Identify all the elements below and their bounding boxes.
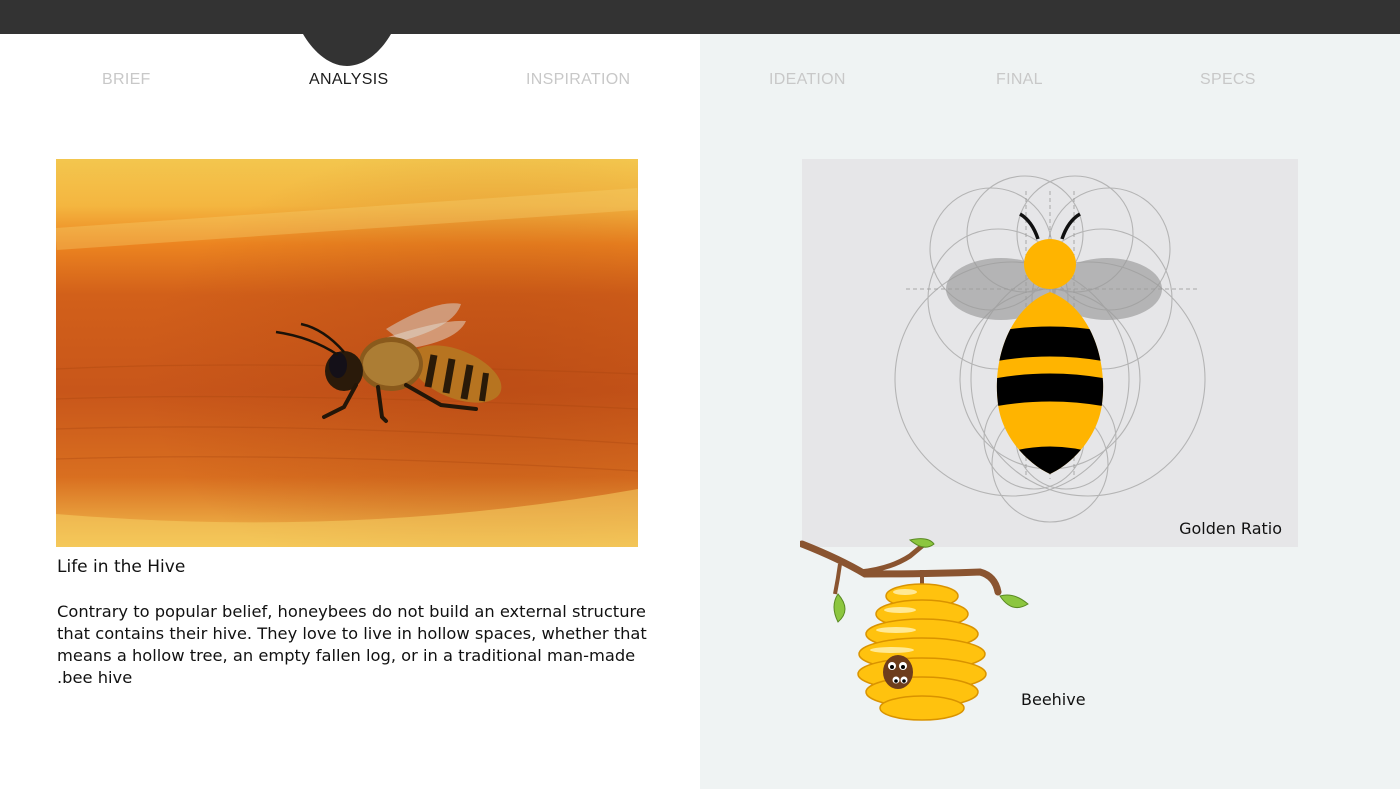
golden-ratio-figure: Golden Ratio [802, 159, 1298, 547]
tab-brief[interactable]: BRIEF [102, 71, 151, 89]
top-bar [0, 0, 1400, 34]
article-title: Life in the Hive [57, 557, 186, 577]
article-body: Contrary to popular belief, honeybees do… [57, 602, 647, 687]
honeybee-photo [56, 159, 638, 547]
beehive-caption: Beehive [1021, 690, 1086, 709]
tab-inspiration[interactable]: INSPIRATION [526, 71, 630, 89]
tab-ideation[interactable]: IDEATION [769, 71, 846, 89]
tab-analysis[interactable]: ANALYSIS [309, 71, 388, 89]
tab-final[interactable]: FINAL [996, 71, 1043, 89]
tab-specs[interactable]: SPECS [1200, 71, 1256, 89]
active-tab-indicator [303, 34, 391, 66]
golden-ratio-caption: Golden Ratio [1179, 519, 1282, 538]
beehive-illustration [798, 534, 1035, 728]
